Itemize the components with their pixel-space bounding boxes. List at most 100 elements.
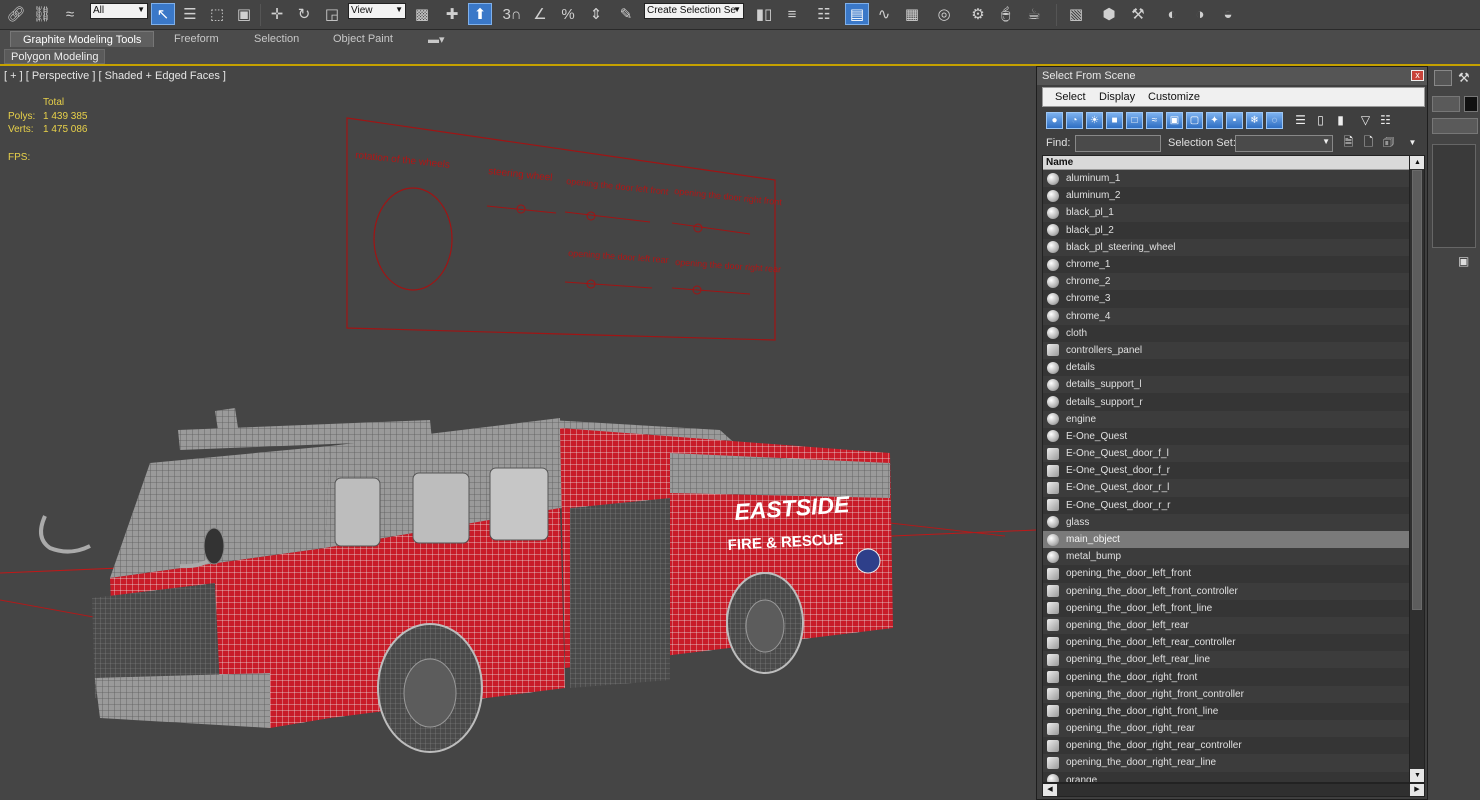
pivot-center-icon[interactable]: ▩ (410, 3, 434, 25)
filter-helpers-icon[interactable]: □ (1126, 112, 1143, 129)
object-row[interactable]: details (1043, 359, 1409, 377)
link-icon[interactable]: 🔗︎ (4, 3, 28, 25)
object-list[interactable]: Name aluminum_1 aluminum_2 black_pl_1 black… (1042, 155, 1425, 783)
object-row[interactable]: E-One_Quest_door_r_r (1043, 496, 1409, 514)
filter-geometry-icon[interactable]: ● (1046, 112, 1063, 129)
material-editor-icon[interactable]: ◎ (932, 3, 956, 25)
plugin-e-icon[interactable]: ◑ (1188, 3, 1212, 25)
object-row[interactable]: chrome_2 (1043, 273, 1409, 291)
select-by-name-icon[interactable]: ☰ (178, 3, 202, 25)
menu-select[interactable]: Select (1055, 91, 1086, 103)
filter-lights-icon[interactable]: ☀ (1086, 112, 1103, 129)
scroll-right-icon[interactable]: ▶ (1410, 784, 1424, 796)
plugin-f-icon[interactable]: ◒ (1216, 3, 1240, 25)
create-selection-set-icon[interactable]: 🗎︎ (1340, 134, 1357, 151)
filter-xrefs-icon[interactable]: ▢ (1186, 112, 1203, 129)
selection-set-dropdown[interactable]: ▼ (1235, 135, 1333, 152)
scale-icon[interactable]: ◲ (320, 3, 344, 25)
object-row[interactable]: details_support_l (1043, 376, 1409, 394)
object-row[interactable]: black_pl_steering_wheel (1043, 238, 1409, 256)
object-row[interactable]: aluminum_2 (1043, 187, 1409, 205)
object-row[interactable]: opening_the_door_left_front_line (1043, 599, 1409, 617)
object-row[interactable]: aluminum_1 (1043, 170, 1409, 188)
select-invert-icon[interactable]: ▮ (1332, 112, 1349, 129)
utilities-panel-icon[interactable]: ⚒ (1458, 70, 1476, 86)
tab-graphite-modeling-tools[interactable]: Graphite Modeling Tools (10, 31, 155, 47)
object-row[interactable]: opening_the_door_right_rear (1043, 720, 1409, 738)
filter-bones-icon[interactable]: ✦ (1206, 112, 1223, 129)
object-row[interactable]: opening_the_door_right_front (1043, 668, 1409, 686)
keyboard-shortcut-override-icon[interactable]: ⬆ (468, 3, 492, 25)
edit-named-selection-icon[interactable]: ✎ (614, 3, 638, 25)
object-row[interactable]: main_object (1043, 530, 1409, 549)
object-row[interactable]: cloth (1043, 324, 1409, 342)
snaps-toggle-icon[interactable]: 3 ∩ (500, 3, 524, 25)
select-manipulate-icon[interactable]: ✚ (440, 3, 464, 25)
horizontal-scrollbar[interactable]: ◀ ▶ (1042, 783, 1425, 797)
select-none-icon[interactable]: ▯ (1312, 112, 1329, 129)
tab-freeform[interactable]: Freeform (162, 31, 231, 47)
render-production-icon[interactable]: ☕︎ (1022, 3, 1046, 25)
find-input[interactable] (1075, 135, 1161, 152)
add-to-selection-set-icon[interactable]: 🗋︎ (1360, 134, 1377, 151)
vertical-scrollbar[interactable]: ▲ ▼ (1409, 156, 1424, 782)
viewport-label[interactable]: [ + ] [ Perspective ] [ Shaded + Edged F… (4, 70, 226, 82)
spinner-snap-icon[interactable]: ⇕ (584, 3, 608, 25)
polygon-modeling-panel[interactable]: Polygon Modeling (4, 49, 106, 64)
filter-groups-icon[interactable]: ▣ (1166, 112, 1183, 129)
display-panel-icon[interactable] (1434, 70, 1452, 86)
object-row[interactable]: E-One_Quest (1043, 427, 1409, 445)
move-icon[interactable]: ✛ (265, 3, 289, 25)
ribbon-options-icon[interactable]: ▬▾ (416, 31, 457, 47)
curve-editor-icon[interactable]: ∿ (872, 3, 896, 25)
named-selection-sets-dropdown[interactable]: Create Selection Se ▼ (644, 3, 744, 19)
configure-icon[interactable]: ▣ (1458, 254, 1476, 270)
object-row[interactable]: metal_bump (1043, 548, 1409, 566)
plugin-c-icon[interactable]: ⚒ (1126, 3, 1150, 25)
column-header-name[interactable]: Name (1043, 156, 1409, 170)
percent-snap-icon[interactable]: % (556, 3, 580, 25)
filter-hidden-icon[interactable]: ◌ (1266, 112, 1283, 129)
object-row[interactable]: opening_the_door_right_front_controller (1043, 685, 1409, 703)
filter-cameras-icon[interactable]: ■ (1106, 112, 1123, 129)
object-row[interactable]: opening_the_door_left_front (1043, 565, 1409, 583)
layer-manager-icon[interactable]: ☷ (812, 3, 836, 25)
object-row[interactable]: black_pl_2 (1043, 221, 1409, 239)
object-row[interactable]: E-One_Quest_door_r_l (1043, 479, 1409, 497)
plugin-d-icon[interactable]: ◐ (1160, 3, 1184, 25)
close-button[interactable]: x (1411, 70, 1424, 81)
selection-filter-dropdown[interactable]: All ▼ (90, 3, 148, 19)
menu-display[interactable]: Display (1099, 91, 1135, 103)
schematic-view-icon[interactable]: ▦ (900, 3, 924, 25)
dialog-title-bar[interactable]: Select From Scene x (1037, 67, 1427, 85)
object-row[interactable]: opening_the_door_left_front_controller (1043, 582, 1409, 600)
object-row[interactable]: glass (1043, 513, 1409, 531)
select-all-icon[interactable]: ☰ (1292, 112, 1309, 129)
object-row[interactable]: E-One_Quest_door_f_r (1043, 462, 1409, 480)
object-row[interactable]: opening_the_door_right_front_line (1043, 702, 1409, 720)
modifier-stack[interactable] (1432, 144, 1476, 248)
object-row[interactable]: engine (1043, 410, 1409, 428)
object-row[interactable]: opening_the_door_left_rear_controller (1043, 634, 1409, 652)
object-row[interactable]: chrome_1 (1043, 255, 1409, 274)
scroll-up-icon[interactable]: ▲ (1410, 156, 1424, 169)
object-row[interactable]: details_support_r (1043, 393, 1409, 411)
filter-frozen-icon[interactable]: ❄ (1246, 112, 1263, 129)
object-color-swatch[interactable] (1464, 96, 1478, 112)
reference-coordinate-dropdown[interactable]: View ▼ (348, 3, 406, 19)
align-icon[interactable]: ≡ (780, 3, 804, 25)
object-row[interactable]: opening_the_door_left_rear_line (1043, 651, 1409, 669)
scroll-down-icon[interactable]: ▼ (1410, 769, 1424, 782)
object-row[interactable]: chrome_4 (1043, 307, 1409, 325)
filter-options-icon[interactable]: ☷ (1377, 112, 1394, 129)
panel-dropdown[interactable] (1432, 118, 1478, 134)
window-crossing-icon[interactable]: ▣ (232, 3, 256, 25)
filter-shapes-icon[interactable]: ◔ (1066, 112, 1083, 129)
angle-snap-icon[interactable]: ∠ (528, 3, 552, 25)
object-row[interactable]: opening_the_door_right_rear_line (1043, 754, 1409, 772)
mirror-icon[interactable]: ▮▯ (752, 3, 776, 25)
graphite-tools-toggle-icon[interactable]: ▤ (845, 3, 869, 25)
remove-from-selection-set-icon[interactable]: 🗊︎ (1380, 134, 1397, 151)
rotate-icon[interactable]: ↻ (292, 3, 316, 25)
object-row[interactable]: controllers_panel (1043, 341, 1409, 360)
